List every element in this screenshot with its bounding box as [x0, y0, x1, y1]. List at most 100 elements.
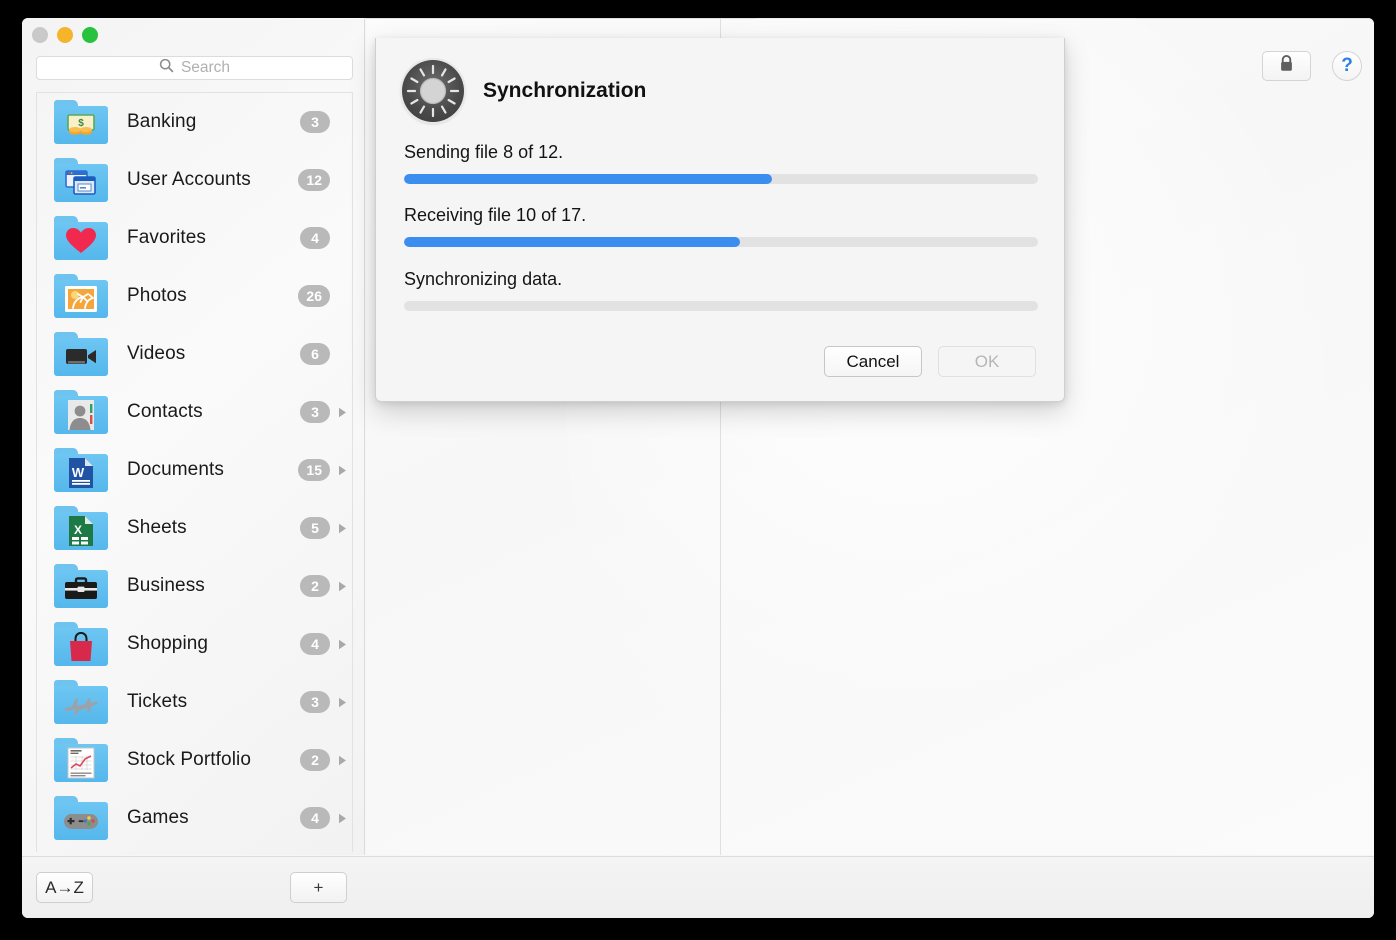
progress-label-1: Sending file 8 of 12. [404, 142, 564, 162]
progress-bar-1 [404, 174, 1038, 184]
search-input[interactable]: Search [36, 56, 353, 80]
sidebar-item-favorites[interactable]: Favorites 4 [37, 209, 352, 267]
search-icon [159, 58, 174, 78]
sidebar-item-shopping[interactable]: Shopping 4 [37, 615, 352, 673]
sidebar-item-tickets[interactable]: Tickets 3 [37, 673, 352, 731]
disclosure-triangle-icon[interactable] [336, 813, 348, 824]
plus-icon: + [313, 877, 324, 897]
sidebar-item-label: Favorites [127, 227, 207, 248]
close-window-button[interactable] [32, 27, 48, 43]
content-top-divider [366, 18, 1374, 19]
sort-az-button[interactable]: A→Z [36, 872, 93, 903]
lock-button[interactable] [1262, 51, 1311, 81]
sort-az-icon: A→Z [45, 877, 84, 897]
disclosure-triangle-icon[interactable] [336, 407, 348, 418]
sidebar-item-meta: 15 [298, 459, 348, 481]
search-field-wrapper: Search [36, 56, 353, 80]
sidebar-item-badge: 5 [300, 517, 330, 539]
ok-button-label: OK [974, 351, 1000, 371]
disclosure-triangle-icon[interactable] [336, 639, 348, 650]
cancel-button[interactable]: Cancel [824, 346, 922, 377]
ok-button: OK [938, 346, 1036, 377]
disclosure-triangle-icon[interactable] [336, 465, 348, 476]
sidebar: Search $ Banking 3 User Accounts 12 Favori… [22, 18, 365, 855]
folder-documents-icon: W [54, 448, 108, 492]
progress-group-1: Sending file 8 of 12. [404, 142, 1038, 184]
disclosure-triangle-icon[interactable] [336, 523, 348, 534]
traffic-light-group [32, 27, 98, 43]
dialog-button-row: Cancel OK [824, 346, 1036, 377]
dialog-title: Synchronization [483, 79, 647, 102]
sidebar-item-label: Tickets [127, 691, 188, 712]
minimize-window-button[interactable] [57, 27, 73, 43]
search-placeholder-text: Search [180, 59, 231, 76]
sidebar-item-meta: 26 [298, 285, 348, 307]
folder-games-icon [54, 796, 108, 840]
folder-tickets-icon [54, 680, 108, 724]
sidebar-item-meta: 3 [300, 691, 348, 713]
sidebar-item-sheets[interactable]: X Sheets 5 [37, 499, 352, 557]
sidebar-item-documents[interactable]: W Documents 15 [37, 441, 352, 499]
sidebar-item-badge: 3 [300, 401, 330, 423]
sidebar-item-label: Shopping [127, 633, 209, 654]
disclosure-triangle-icon[interactable] [336, 581, 348, 592]
sidebar-item-label: Videos [127, 343, 186, 364]
sidebar-item-badge: 3 [300, 111, 330, 133]
sidebar-item-meta: 4 [300, 633, 348, 655]
sidebar-item-label: Contacts [127, 401, 203, 422]
progress-group-2: Receiving file 10 of 17. [404, 205, 1038, 247]
bottom-toolbar: A→Z + [22, 856, 1374, 918]
sidebar-item-badge: 6 [300, 343, 330, 365]
sidebar-item-stock-portfolio[interactable]: Stock Portfolio 2 [37, 731, 352, 789]
folder-stock-icon [54, 738, 108, 782]
sidebar-item-user-accounts[interactable]: User Accounts 12 [37, 151, 352, 209]
synchronization-dialog: Synchronization Sending file 8 of 12. Re… [375, 38, 1065, 402]
sidebar-item-contacts[interactable]: Contacts 3 [37, 383, 352, 441]
vault-dial-icon [402, 60, 464, 122]
progress-group-3: Synchronizing data. [404, 269, 1038, 311]
dialog-header: Synchronization [402, 60, 646, 122]
sidebar-item-meta: 4 [300, 227, 348, 249]
sidebar-item-badge: 4 [300, 807, 330, 829]
sidebar-item-badge: 2 [300, 749, 330, 771]
zoom-window-button[interactable] [82, 27, 98, 43]
progress-fill-1 [404, 174, 772, 184]
folder-contacts-icon [54, 390, 108, 434]
app-window: Search $ Banking 3 User Accounts 12 Favori… [22, 18, 1374, 918]
progress-fill-2 [404, 237, 741, 247]
lock-icon [1278, 54, 1295, 78]
disclosure-triangle-icon[interactable] [336, 755, 348, 766]
sidebar-item-meta: 3 [300, 111, 348, 133]
progress-label-2: Receiving file 10 of 17. [404, 205, 587, 225]
sidebar-item-meta: 3 [300, 401, 348, 423]
sidebar-item-meta: 2 [300, 575, 348, 597]
sidebar-item-meta: 4 [300, 807, 348, 829]
disclosure-triangle-icon[interactable] [336, 697, 348, 708]
progress-bar-2 [404, 237, 1038, 247]
sidebar-item-meta: 6 [300, 343, 348, 365]
sidebar-item-meta: 5 [300, 517, 348, 539]
folder-shopping-icon [54, 622, 108, 666]
sidebar-item-label: Games [127, 807, 189, 828]
sidebar-item-photos[interactable]: Photos 26 [37, 267, 352, 325]
help-button[interactable]: ? [1332, 51, 1362, 81]
progress-label-3: Synchronizing data. [404, 269, 563, 289]
folder-photos-icon [54, 274, 108, 318]
add-button[interactable]: + [290, 872, 347, 903]
folder-favorites-icon [54, 216, 108, 260]
sidebar-item-games[interactable]: Games 4 [37, 789, 352, 847]
sidebar-item-videos[interactable]: Videos 6 [37, 325, 352, 383]
sidebar-item-label: Banking [127, 111, 197, 132]
folder-business-icon [54, 564, 108, 608]
sidebar-item-badge: 15 [298, 459, 330, 481]
sidebar-item-label: Business [127, 575, 205, 596]
cancel-button-label: Cancel [846, 351, 900, 371]
svg-text:X: X [74, 523, 82, 537]
sidebar-item-badge: 12 [298, 169, 330, 191]
folder-sheets-icon: X [54, 506, 108, 550]
sidebar-item-list: $ Banking 3 User Accounts 12 Favorites 4 [36, 92, 353, 852]
sidebar-item-meta: 12 [298, 169, 348, 191]
folder-user-accounts-icon [54, 158, 108, 202]
sidebar-item-banking[interactable]: $ Banking 3 [37, 93, 352, 151]
sidebar-item-business[interactable]: Business 2 [37, 557, 352, 615]
